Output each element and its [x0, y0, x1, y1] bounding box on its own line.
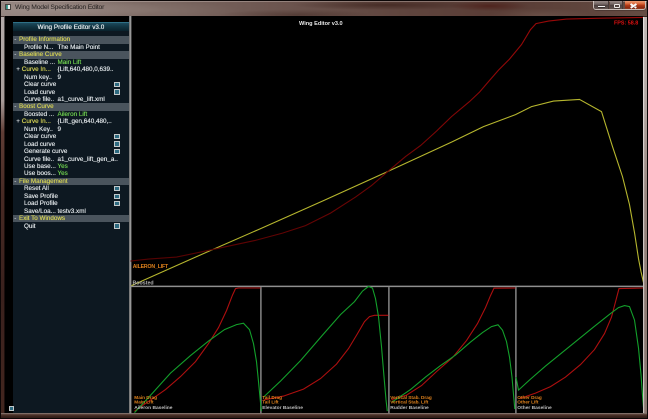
svg-text:FPS: 58.8: FPS: 58.8 — [613, 21, 637, 27]
svg-text:Elevator Baseline: Elevator Baseline — [262, 405, 303, 411]
svg-text:Rudder Baseline: Rudder Baseline — [390, 405, 429, 411]
svg-text:Other Lift: Other Lift — [517, 400, 539, 405]
svg-text:AILERON_LIFT: AILERON_LIFT — [132, 264, 168, 270]
svg-text:Wing Editor v3.0: Wing Editor v3.0 — [298, 21, 342, 27]
svg-text:Tail Lift: Tail Lift — [262, 400, 279, 405]
svg-text:Aileron Baseline: Aileron Baseline — [134, 405, 172, 411]
svg-text:Boosted: Boosted — [132, 281, 153, 287]
svg-text:Vertical Stab. Lift: Vertical Stab. Lift — [390, 400, 428, 405]
svg-text:Main Lift: Main Lift — [134, 400, 154, 405]
svg-text:Other Baseline: Other Baseline — [517, 405, 552, 411]
